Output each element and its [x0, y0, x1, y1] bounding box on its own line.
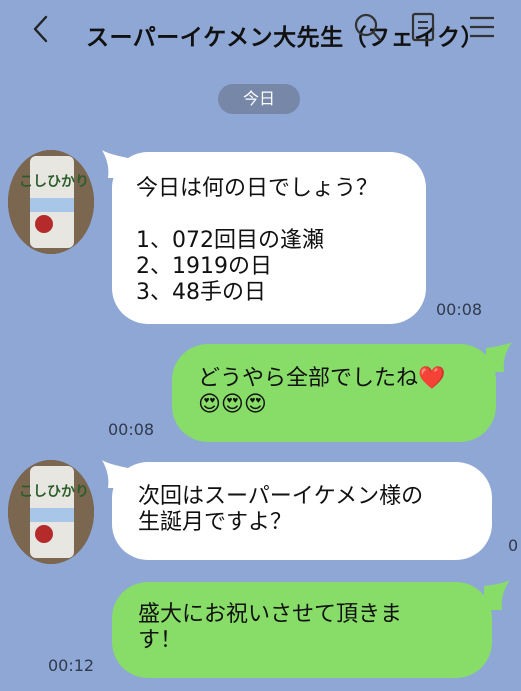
message-text: どうやら全部でしたね❤️ 😍😍😍 [198, 366, 446, 417]
menu-icon[interactable] [466, 10, 498, 44]
message-time: 00:08 [108, 420, 155, 439]
message-text: 盛大にお祝いさせて頂きま す！ [138, 602, 403, 653]
message-bubble[interactable]: 今日は何の日でしょう？ 1、072回目の逢瀬 2、1919の日 3、48手の日 [112, 152, 426, 324]
message-time-partial: 0 [508, 536, 519, 555]
chat-header: スーパーイケメン大先生（フェイク） [0, 0, 521, 62]
message-text: 今日は何の日でしょう？ 1、072回目の逢瀬 2、1919の日 3、48手の日 [136, 176, 379, 305]
message-bubble[interactable]: 次回はスーパーイケメン様の 生誕月ですよ？ [112, 462, 492, 560]
back-icon[interactable] [26, 12, 56, 46]
rice-bag-image: こしひかり [8, 460, 94, 564]
avatar[interactable]: こしひかり [8, 460, 94, 564]
message-time: 00:12 [48, 656, 95, 675]
avatar[interactable]: こしひかり [8, 150, 94, 254]
avatar-label: こしひかり [19, 484, 89, 500]
message-text: 次回はスーパーイケメン様の 生誕月ですよ？ [138, 484, 424, 535]
rice-bag-image: こしひかり [8, 150, 94, 254]
notes-icon[interactable] [408, 10, 440, 44]
message-bubble[interactable]: どうやら全部でしたね❤️ 😍😍😍 [172, 344, 496, 442]
message-time: 00:08 [436, 300, 483, 319]
avatar-label: こしひかり [19, 174, 89, 190]
message-bubble[interactable]: 盛大にお祝いさせて頂きま す！ [112, 582, 492, 678]
date-separator: 今日 [218, 84, 300, 114]
search-icon[interactable] [352, 10, 384, 44]
